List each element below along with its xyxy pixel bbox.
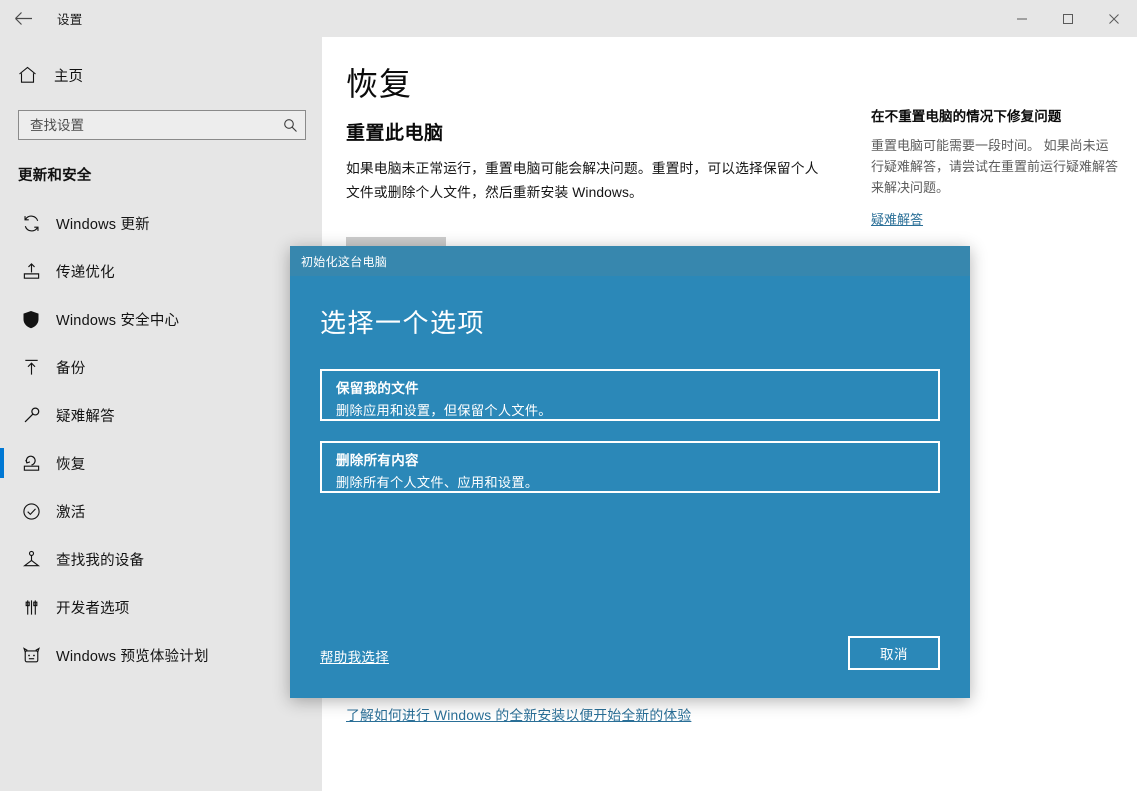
sidebar-item-home[interactable]: 主页: [0, 58, 322, 92]
maximize-button[interactable]: [1045, 0, 1091, 37]
sidebar-home-label: 主页: [54, 65, 83, 86]
option-title: 删除所有内容: [336, 449, 938, 469]
back-button[interactable]: [0, 0, 46, 37]
search-input[interactable]: [19, 118, 275, 133]
wrench-icon: [18, 402, 44, 428]
sidebar-item-windows-security[interactable]: Windows 安全中心: [0, 295, 322, 343]
home-icon: [18, 66, 42, 84]
help-aside: 在不重置电脑的情况下修复问题 重置电脑可能需要一段时间。 如果尚未运行疑难解答，…: [871, 105, 1121, 229]
sidebar-item-developer-options[interactable]: 开发者选项: [0, 583, 322, 631]
page-title: 恢复: [346, 59, 412, 105]
section-heading: 重置此电脑: [346, 118, 444, 145]
sidebar-item-delivery-optimization[interactable]: 传递优化: [0, 247, 322, 295]
sidebar-group-title: 更新和安全: [18, 164, 322, 185]
sidebar-item-label: 激活: [56, 501, 85, 522]
recovery-icon: [18, 450, 44, 476]
sidebar-item-backup[interactable]: 备份: [0, 343, 322, 391]
insider-icon: [18, 642, 44, 668]
sidebar-item-windows-insider[interactable]: Windows 预览体验计划: [0, 631, 322, 679]
selection-accent: [0, 448, 4, 478]
sidebar: 主页 更新和安全 Windows 更新: [0, 37, 322, 791]
sidebar-item-troubleshoot[interactable]: 疑难解答: [0, 391, 322, 439]
aside-body: 重置电脑可能需要一段时间。 如果尚未运行疑难解答，请尝试在重置前运行疑难解答来解…: [871, 135, 1121, 198]
sidebar-item-activation[interactable]: 激活: [0, 487, 322, 535]
dialog-heading: 选择一个选项: [320, 303, 970, 340]
sidebar-item-label: 疑难解答: [56, 405, 115, 426]
sidebar-item-label: 查找我的设备: [56, 549, 144, 570]
sidebar-item-label: Windows 更新: [56, 213, 150, 234]
find-device-icon: [18, 546, 44, 572]
dialog-footer: 帮助我选择 取消: [290, 620, 970, 698]
help-me-choose-link[interactable]: 帮助我选择: [320, 646, 389, 666]
sidebar-item-label: 恢复: [56, 453, 85, 474]
shield-icon: [18, 306, 44, 332]
minimize-button[interactable]: [999, 0, 1045, 37]
cancel-button[interactable]: 取消: [848, 636, 940, 670]
troubleshoot-link[interactable]: 疑难解答: [871, 209, 923, 228]
check-circle-icon: [18, 498, 44, 524]
sidebar-item-label: 备份: [56, 357, 85, 378]
sidebar-item-label: Windows 安全中心: [56, 309, 179, 330]
option-description: 删除应用和设置，但保留个人文件。: [336, 400, 938, 419]
dialog-header: 初始化这台电脑: [290, 246, 970, 276]
option-keep-my-files[interactable]: 保留我的文件 删除应用和设置，但保留个人文件。: [320, 369, 940, 421]
refresh-icon: [18, 210, 44, 236]
sidebar-item-recovery[interactable]: 恢复: [0, 439, 322, 487]
fresh-start-link[interactable]: 了解如何进行 Windows 的全新安装以便开始全新的体验: [346, 704, 691, 724]
aside-title: 在不重置电脑的情况下修复问题: [871, 105, 1121, 125]
settings-window: 设置 主页: [0, 0, 1137, 791]
section-description: 如果电脑未正常运行，重置电脑可能会解决问题。重置时，可以选择保留个人文件或删除个…: [346, 157, 826, 205]
sidebar-nav-list: Windows 更新 传递优化 W: [0, 199, 322, 679]
window-title: 设置: [57, 9, 83, 28]
delivery-icon: [18, 258, 44, 284]
option-title: 保留我的文件: [336, 377, 938, 397]
dialog-header-title: 初始化这台电脑: [301, 253, 387, 270]
option-description: 删除所有个人文件、应用和设置。: [336, 472, 938, 491]
sidebar-item-find-my-device[interactable]: 查找我的设备: [0, 535, 322, 583]
search-box[interactable]: [18, 110, 306, 140]
developer-icon: [18, 594, 44, 620]
dialog-option-list: 保留我的文件 删除应用和设置，但保留个人文件。 删除所有内容 删除所有个人文件、…: [290, 369, 970, 493]
search-icon: [275, 118, 305, 133]
sidebar-item-label: 开发者选项: [56, 597, 130, 618]
sidebar-item-windows-update[interactable]: Windows 更新: [0, 199, 322, 247]
close-button[interactable]: [1091, 0, 1137, 37]
sidebar-item-label: 传递优化: [56, 261, 115, 282]
option-remove-everything[interactable]: 删除所有内容 删除所有个人文件、应用和设置。: [320, 441, 940, 493]
title-bar: 设置: [0, 0, 1137, 37]
sidebar-item-label: Windows 预览体验计划: [56, 645, 209, 666]
reset-pc-dialog: 初始化这台电脑 选择一个选项 保留我的文件 删除应用和设置，但保留个人文件。 删…: [290, 246, 970, 698]
backup-icon: [18, 354, 44, 380]
